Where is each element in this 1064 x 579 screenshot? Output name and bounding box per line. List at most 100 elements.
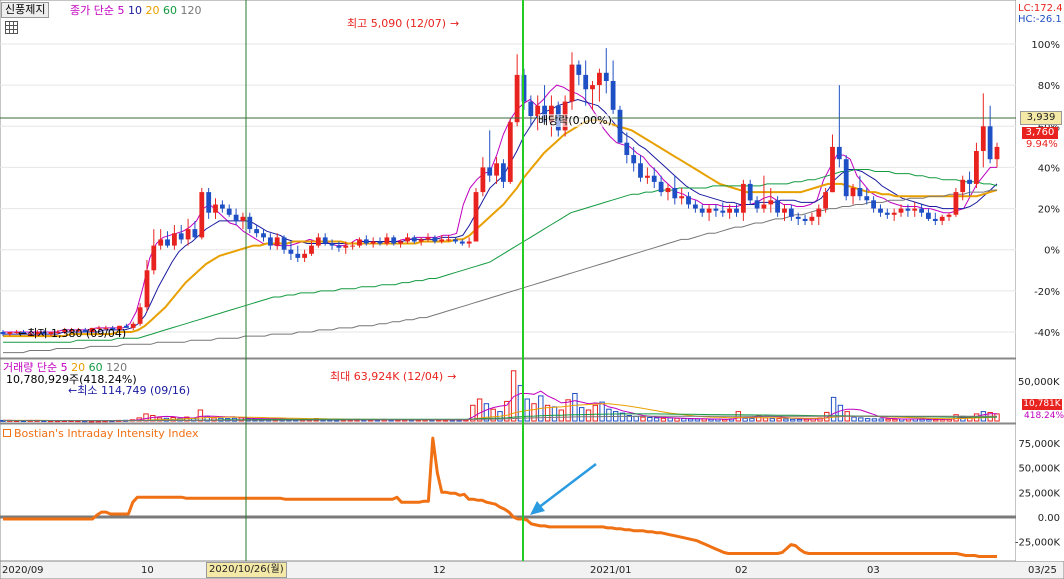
candle-body [946, 214, 952, 217]
price-axis-label: 100% [1031, 40, 1060, 51]
volume-bar[interactable] [640, 416, 646, 422]
volume-bar[interactable] [885, 418, 891, 422]
volume-bar[interactable] [606, 408, 612, 422]
volume-bar[interactable] [878, 418, 884, 422]
candle-body [864, 196, 870, 201]
volume-min-note: ←최소 114,749 (09/16) [68, 384, 191, 397]
legend-ma120: 120 [180, 4, 202, 17]
volume-bar[interactable] [592, 404, 598, 422]
x-label-12: 12 [433, 565, 446, 576]
candle-body [185, 229, 191, 240]
candle-body [672, 188, 678, 199]
candle-body [473, 192, 479, 242]
candle-body [809, 216, 815, 221]
candle-body [7, 332, 13, 335]
candle[interactable] [843, 155, 849, 201]
candle-body [939, 216, 945, 221]
candle-body [631, 155, 637, 164]
candle-body [768, 200, 774, 205]
volume-bar[interactable] [708, 418, 714, 422]
candle-body [802, 218, 808, 221]
candle-body [343, 245, 349, 248]
volume-bar[interactable] [681, 418, 687, 422]
candle-body [309, 245, 314, 254]
price-legend: 종가 단순 5 10 20 60 120 [70, 4, 201, 17]
candle-body [199, 192, 205, 238]
volume-bar[interactable] [892, 418, 898, 422]
volume-bar[interactable] [585, 409, 592, 422]
candle-body [165, 239, 170, 246]
stock-chart[interactable]: 100%80%60%40%20%0%-20%-40%75,000K50,000K… [0, 0, 1064, 579]
candle-body [363, 239, 369, 244]
candle-body [878, 208, 883, 213]
volume-last-tag: 10,781K [1022, 399, 1062, 410]
candle-body [919, 208, 924, 213]
volume-bar[interactable] [762, 417, 769, 422]
volume-bar[interactable] [837, 404, 844, 422]
candle-body [268, 237, 273, 246]
low-annotation: ←최저 1,380 (09/04) [18, 327, 127, 340]
candle-body [240, 216, 246, 221]
legend-ma20: 20 [145, 4, 160, 17]
volume-bar[interactable] [687, 418, 694, 422]
candle-body [960, 179, 966, 193]
candle-body [254, 229, 259, 234]
candle-body [782, 208, 787, 213]
volume-bar[interactable] [742, 417, 748, 422]
volume-bar[interactable] [667, 417, 673, 422]
volume-bar[interactable] [864, 418, 871, 422]
volume-bar[interactable] [694, 418, 701, 422]
candle-body [398, 241, 403, 244]
grid-toggle-icon[interactable] [5, 21, 18, 34]
volume-bar[interactable] [197, 409, 204, 422]
candle-body [302, 253, 307, 258]
candle-body [501, 163, 506, 182]
volume-bar[interactable] [551, 406, 558, 422]
candle-body [699, 208, 705, 213]
candle-body [446, 239, 451, 241]
candle-body [384, 237, 390, 244]
candle-body [261, 233, 266, 238]
volume-bar[interactable] [851, 416, 857, 422]
x-label-2021-01: 2021/01 [590, 565, 632, 576]
volume-bar[interactable] [749, 418, 755, 422]
candle[interactable] [473, 188, 479, 242]
volume-bar[interactable] [769, 418, 775, 422]
volume-bar[interactable] [565, 399, 571, 422]
volume-bar[interactable] [633, 415, 639, 422]
indicator-panel[interactable] [0, 423, 1017, 562]
volume-bar[interactable] [858, 417, 864, 422]
candle-body [322, 237, 328, 244]
candle[interactable] [617, 105, 623, 143]
volume-bar[interactable] [647, 417, 653, 422]
candle[interactable] [507, 118, 513, 184]
candle-body [926, 212, 931, 219]
candle-body [974, 151, 979, 184]
volume-bar[interactable] [653, 417, 660, 422]
candle-body [288, 249, 294, 254]
volume-bar[interactable] [776, 418, 782, 422]
candle-body [816, 208, 822, 217]
candle-body [651, 175, 657, 182]
volume-bar[interactable] [796, 418, 803, 422]
volume-bar[interactable] [517, 385, 524, 422]
candle-body [247, 216, 253, 230]
candle-body [590, 85, 595, 90]
volume-bar[interactable] [871, 418, 878, 422]
volume-bar[interactable] [783, 418, 789, 422]
crosshair-value-tag: 3,939 [1020, 111, 1062, 125]
candle-body [734, 208, 739, 213]
symbol-label[interactable]: 신풍제지 [1, 2, 50, 18]
volume-bar[interactable] [803, 418, 810, 422]
volume-bar[interactable] [790, 418, 796, 422]
volume-bar[interactable] [926, 419, 932, 422]
volume-bar[interactable] [674, 417, 680, 422]
high-annotation: 최고 5,090 (12/07) → [347, 17, 460, 30]
candle-body [172, 233, 177, 246]
volume-bar[interactable] [919, 418, 925, 422]
candle[interactable] [953, 188, 959, 217]
candle-body [514, 74, 520, 123]
volume-bar[interactable] [660, 417, 667, 422]
candle[interactable] [199, 188, 205, 240]
volume-max-note: 최대 63,924K (12/04) → [330, 370, 457, 383]
